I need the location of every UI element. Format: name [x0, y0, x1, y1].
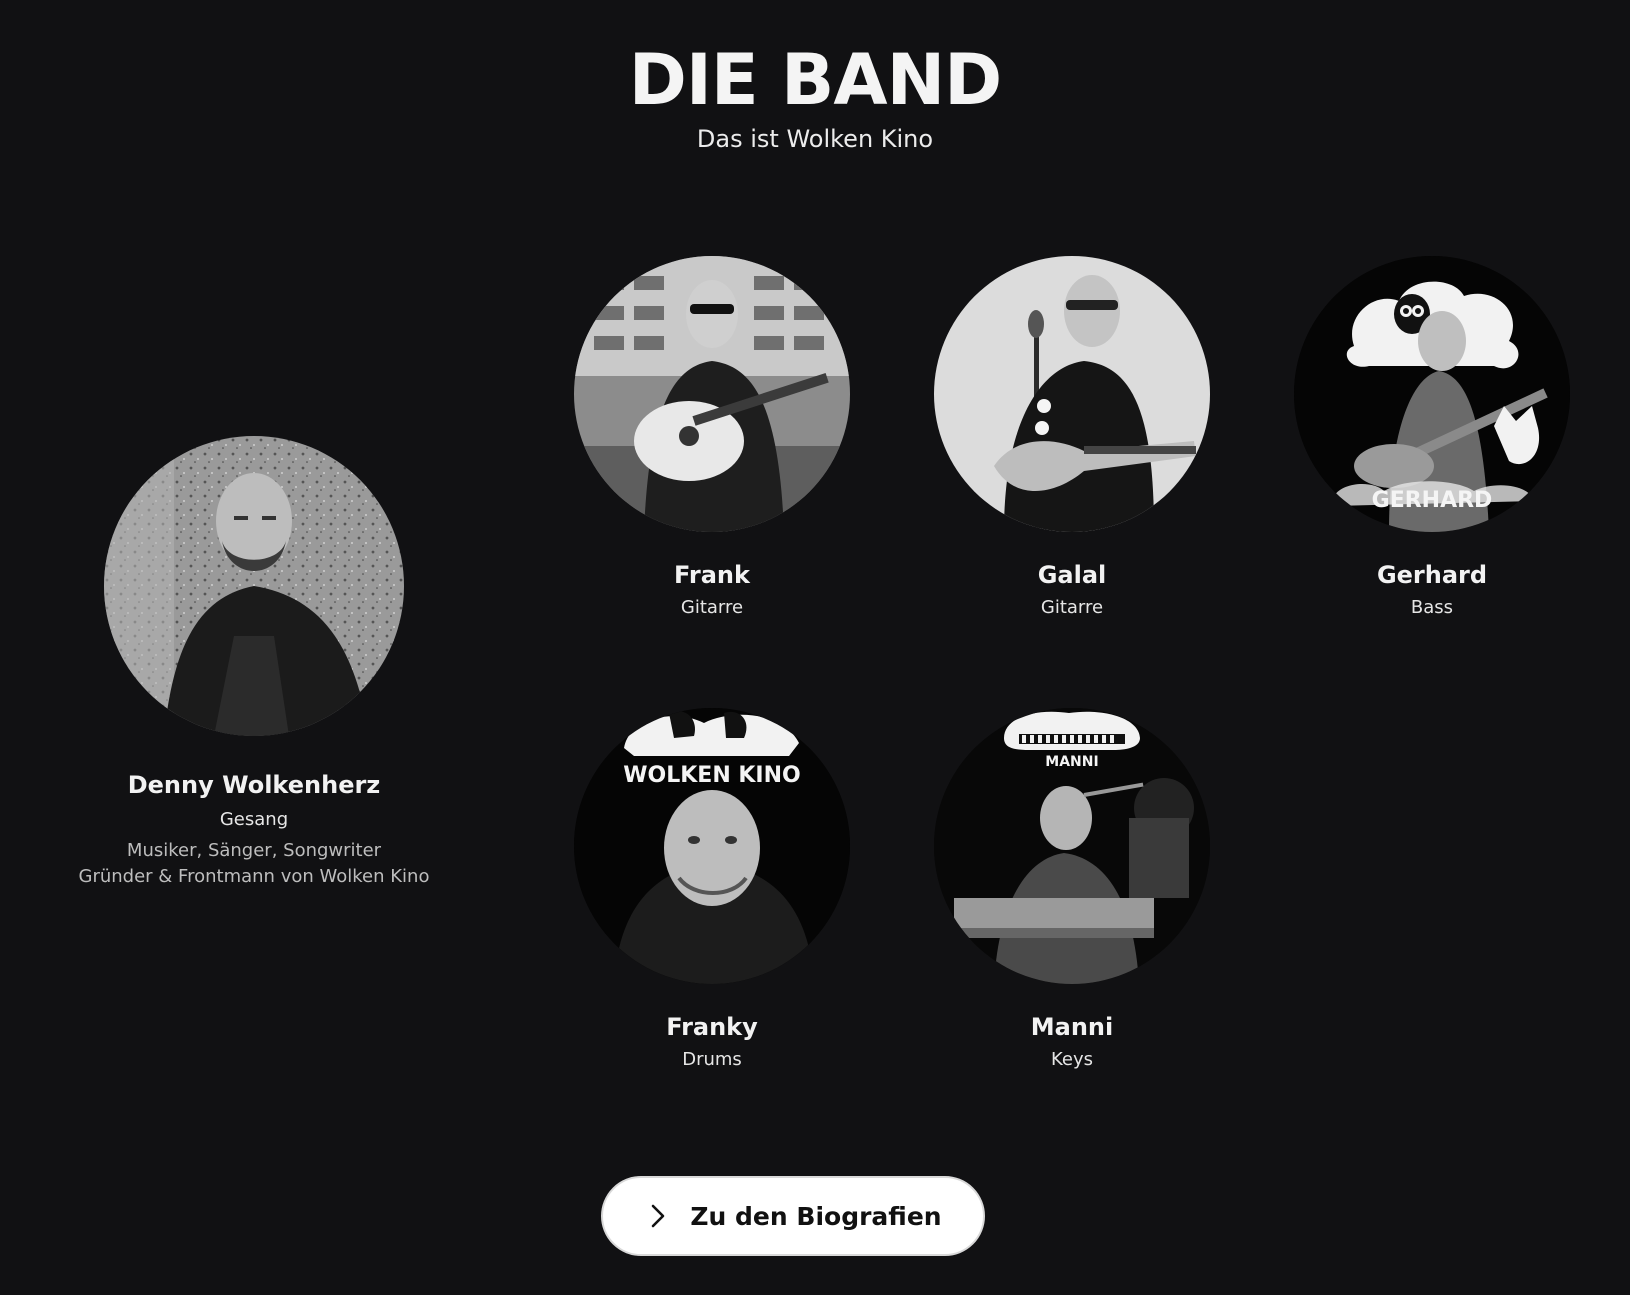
member-description-line-1: Musiker, Sänger, Songwriter [126, 840, 382, 861]
chevron-right-icon [652, 1204, 665, 1228]
band-section: DIE BAND Das ist Wolken Kino Denny Wolke… [0, 0, 1630, 1295]
member-name: Frank [674, 561, 750, 589]
member-card-gerhard: GERHARD Gerhard Bass [1282, 256, 1582, 620]
member-photo-frank [574, 256, 850, 532]
biografien-button-label: Zu den Biografien [690, 1201, 942, 1231]
member-name: Galal [1037, 561, 1107, 589]
member-photo-gerhard: GERHARD [1294, 256, 1570, 532]
member-photo-franky: WOLKEN KINO [574, 708, 850, 984]
page-title: DIE BAND [628, 39, 1003, 121]
member-role: Gesang [219, 809, 289, 830]
member-role: Gitarre [1040, 597, 1104, 618]
photo-badge-gerhard: GERHARD [1371, 488, 1493, 513]
page-subtitle: Das ist Wolken Kino [696, 125, 934, 153]
member-card-franky: WOLKEN KINO Franky Drums [562, 708, 862, 1072]
member-photo-manni: MANNI [934, 708, 1210, 984]
member-role: Gitarre [680, 597, 744, 618]
member-description: Musiker, Sänger, Songwriter Gründer & Fr… [54, 838, 454, 890]
member-name: Franky [666, 1013, 758, 1041]
member-card-denny: Denny Wolkenherz Gesang Musiker, Sänger,… [54, 436, 454, 890]
member-card-frank: Frank Gitarre [562, 256, 862, 620]
member-role: Keys [1050, 1049, 1093, 1070]
member-role: Drums [682, 1049, 742, 1070]
member-name: Manni [1030, 1013, 1114, 1041]
member-description-line-2: Gründer & Frontmann von Wolken Kino [78, 866, 430, 887]
biografien-button[interactable]: Zu den Biografien [601, 1176, 985, 1256]
member-name: Gerhard [1376, 561, 1488, 589]
member-name: Denny Wolkenherz [127, 771, 381, 799]
member-photo-galal [934, 256, 1210, 532]
member-photo-denny [104, 436, 404, 736]
member-role: Bass [1410, 597, 1454, 618]
photo-badge-franky: WOLKEN KINO [623, 763, 801, 788]
section-header: DIE BAND Das ist Wolken Kino [0, 38, 1630, 154]
member-card-galal: Galal Gitarre [922, 256, 1222, 620]
photo-badge-manni: MANNI [1045, 754, 1099, 770]
member-card-manni: MANNI Manni Keys [922, 708, 1222, 1072]
